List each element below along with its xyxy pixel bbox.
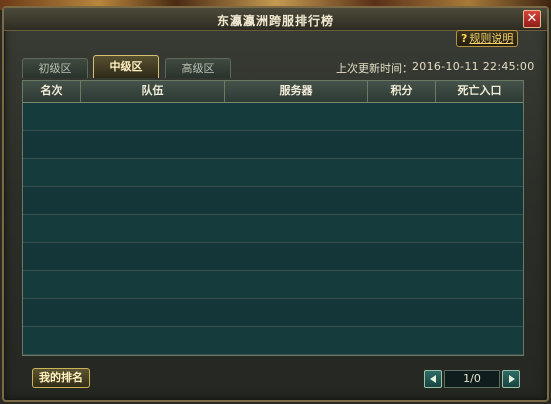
- table-header: 名次 队伍 服务器 积分 死亡入口: [23, 81, 523, 103]
- dialog-title: 东瀛瀛洲跨服排行榜: [216, 14, 334, 28]
- table-row: [23, 103, 523, 131]
- table-row: [23, 299, 523, 327]
- table-row: [23, 187, 523, 215]
- arrow-right-icon: [509, 375, 515, 383]
- last-update-label: 上次更新时间：: [336, 62, 413, 75]
- table-row: [23, 159, 523, 187]
- my-rank-button[interactable]: 我的排名: [32, 368, 90, 388]
- column-header-points: 积分: [368, 81, 436, 102]
- column-header-server: 服务器: [225, 81, 368, 102]
- close-icon: ✕: [526, 11, 538, 26]
- next-page-button[interactable]: [502, 370, 520, 388]
- column-header-rank: 名次: [23, 81, 81, 102]
- table-body: [23, 103, 523, 355]
- ranking-table: 名次 队伍 服务器 积分 死亡入口: [22, 80, 524, 356]
- rules-help-button[interactable]: ? 规则说明: [456, 30, 518, 47]
- table-row: [23, 215, 523, 243]
- question-mark-icon: ?: [461, 32, 468, 45]
- column-header-death-entry: 死亡入口: [457, 84, 502, 97]
- tab-intermediate[interactable]: 中级区: [93, 55, 159, 78]
- tab-beginner[interactable]: 初级区: [22, 58, 88, 78]
- arrow-left-icon: [430, 375, 436, 383]
- column-header-team: 队伍: [81, 81, 225, 102]
- table-row: [23, 131, 523, 159]
- title-bar: 东瀛瀛洲跨服排行榜 ✕: [4, 8, 547, 31]
- table-row: [23, 243, 523, 271]
- tab-advanced[interactable]: 高级区: [165, 58, 231, 78]
- rules-help-label: 规则说明: [469, 32, 514, 45]
- last-update-time: 2016-10-11 22:45:00: [412, 60, 535, 73]
- close-button[interactable]: ✕: [523, 10, 541, 28]
- table-row: [23, 327, 523, 355]
- page-indicator: 1/0: [444, 370, 500, 388]
- previous-page-button[interactable]: [424, 370, 442, 388]
- table-row: [23, 271, 523, 299]
